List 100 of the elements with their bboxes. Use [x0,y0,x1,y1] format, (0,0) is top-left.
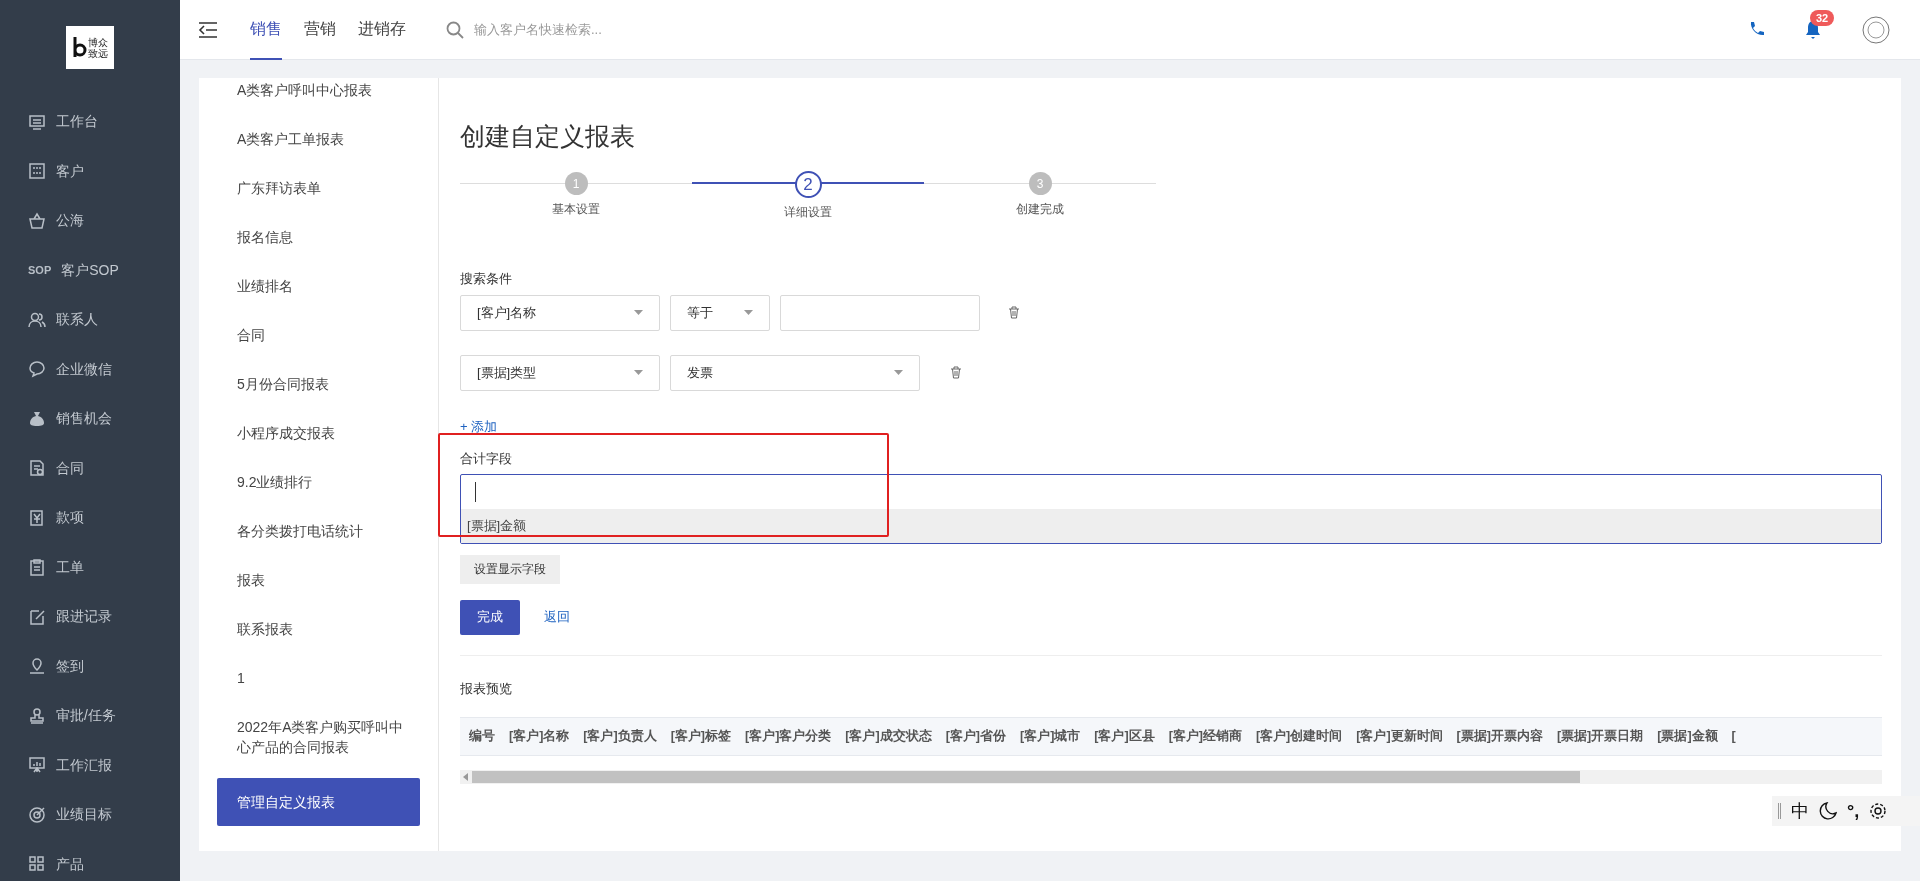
dropdown[interactable]: 等于 [670,294,770,331]
value-input-field[interactable] [780,294,980,331]
sidebar-item[interactable]: 客户 [0,146,180,196]
sidebar-item[interactable]: 企业微信 [0,344,180,394]
money-bag-icon [28,409,46,428]
sidebar-item[interactable]: 款项 [0,493,180,543]
chat-bubble-icon [28,360,46,379]
report-list-item[interactable]: 2022年A类客户购买呼叫中心产品的合同报表 [217,702,420,772]
moon-icon[interactable] [1819,802,1837,820]
location-pin-icon [28,657,46,676]
target-icon [28,805,46,824]
report-list-item[interactable]: 报名信息 [217,212,420,262]
punctuation-toggle[interactable]: °, [1847,797,1860,825]
sop-icon: SOP [28,263,52,278]
section-label: 合计字段 [460,450,513,468]
report-list-item[interactable]: 报表 [217,555,420,605]
report-list-item[interactable]: 合同 [217,310,420,360]
column-header: [票据]金额 [1657,728,1718,746]
caret-icon [634,310,643,315]
report-list-item[interactable]: 各分类拨打电话统计 [217,506,420,556]
step-label: 详细设置 [784,204,832,221]
nav-tab[interactable]: 销售 [250,0,282,60]
caret-icon [744,310,753,315]
add-condition-link[interactable]: + 添加 [460,416,498,436]
column-header: [客户]成交状态 [845,727,932,746]
grid-icon [28,855,46,874]
column-header: [客户]城市 [1019,727,1081,746]
column-header: [客户]名称 [509,727,570,746]
report-list-item[interactable]: 小程序成交报表 [217,408,420,458]
finish-button[interactable]: 完成 [460,599,520,635]
horizontal-scrollbar[interactable] [460,770,1882,784]
column-header: [客户]省份 [945,727,1006,746]
report-list-item[interactable]: 1 [217,653,420,703]
column-header: 编号 [469,728,495,746]
dropdown[interactable]: [票据]类型 [460,354,660,391]
yen-document-icon [28,508,46,527]
presentation-board-icon [28,756,46,775]
column-header: [票据]开票内容 [1456,727,1543,746]
sidebar-item[interactable]: 销售机会 [0,394,180,444]
column-header: [票据]开票日期 [1556,728,1644,746]
sum-field-select[interactable]: [票据]金额 [460,473,1882,544]
back-link[interactable]: 返回 [544,607,570,627]
sidebar-item[interactable]: SOP 客户SOP [0,245,180,295]
display-fields-button[interactable]: 设置显示字段 [460,554,560,584]
sidebar-item[interactable]: 跟进记录 [0,592,180,642]
basket-icon [28,211,46,230]
column-header: [客户]标签 [670,727,731,746]
building-icon [28,162,46,181]
sidebar-item[interactable]: 产品 [0,839,180,881]
column-header: [客户]更新时间 [1356,727,1443,746]
step-label: 基本设置 [552,201,600,218]
document-icon [28,459,46,478]
nav-tab[interactable]: 营销 [304,0,336,60]
search-field[interactable]: 输入客户名快速检索... [474,19,774,40]
text-cursor [475,481,476,502]
input-mode-toggle[interactable]: 中 [1791,797,1809,825]
sidebar-item[interactable]: 业绩目标 [0,790,180,840]
step-number: 3 [1028,172,1052,195]
search-icon [446,20,464,39]
sidebar-item[interactable]: 合同 [0,443,180,493]
phone-icon[interactable] [1748,21,1764,38]
grip-handle[interactable] [1778,803,1781,819]
stamp-icon [28,706,46,725]
delete-icon[interactable] [1008,306,1020,319]
report-list-item[interactable]: 业绩排名 [217,261,420,311]
delete-icon[interactable] [950,366,962,379]
letter-b-icon [72,36,87,59]
monitor-icon [28,112,46,131]
sidebar-item[interactable]: 联系人 [0,295,180,345]
logo-text: 致远 [87,47,108,59]
column-header: [客户]客户分类 [745,727,832,746]
section-label: 报表预览 [460,679,513,698]
report-list-item[interactable]: 广东拜访表单 [217,163,420,213]
report-list-item[interactable]: 联系报表 [217,604,420,654]
report-list-item[interactable]: 管理自定义报表 [217,777,420,826]
sidebar-item[interactable]: 工作台 [0,97,180,147]
settings-icon[interactable] [1869,802,1888,820]
avatar-icon[interactable] [1862,15,1890,44]
step-number: 2 [794,171,822,198]
nav-tab[interactable]: 进销存 [358,0,406,60]
sidebar-item[interactable]: 审批/任务 [0,691,180,741]
step-label: 创建完成 [1016,201,1064,218]
report-list-item[interactable]: 5月份合同报表 [217,359,420,409]
dropdown[interactable]: [客户]名称 [460,294,660,331]
report-list-item[interactable]: A类客户工单报表 [217,114,420,164]
report-list-item[interactable]: A类客户呼叫中心报表 [217,78,420,115]
column-header: [客户]负责人 [583,727,657,746]
sidebar-item[interactable]: 公海 [0,196,180,246]
page-title: 创建自定义报表 [460,121,636,152]
dropdown-option[interactable]: [票据]金额 [461,508,1881,543]
dropdown[interactable]: 发票 [670,354,920,391]
report-list-item[interactable]: 9.2业绩排行 [217,457,420,507]
column-header: [客户]经销商 [1168,727,1242,746]
column-header: [ [1731,728,1736,746]
sidebar-item[interactable]: 工作汇报 [0,740,180,790]
sidebar-item[interactable]: 工单 [0,542,180,592]
sidebar-item[interactable]: 签到 [0,641,180,691]
collapse-menu-icon[interactable] [198,21,218,38]
scrollbar-thumb[interactable] [472,771,1580,783]
notification-count: 32 [1810,9,1835,26]
